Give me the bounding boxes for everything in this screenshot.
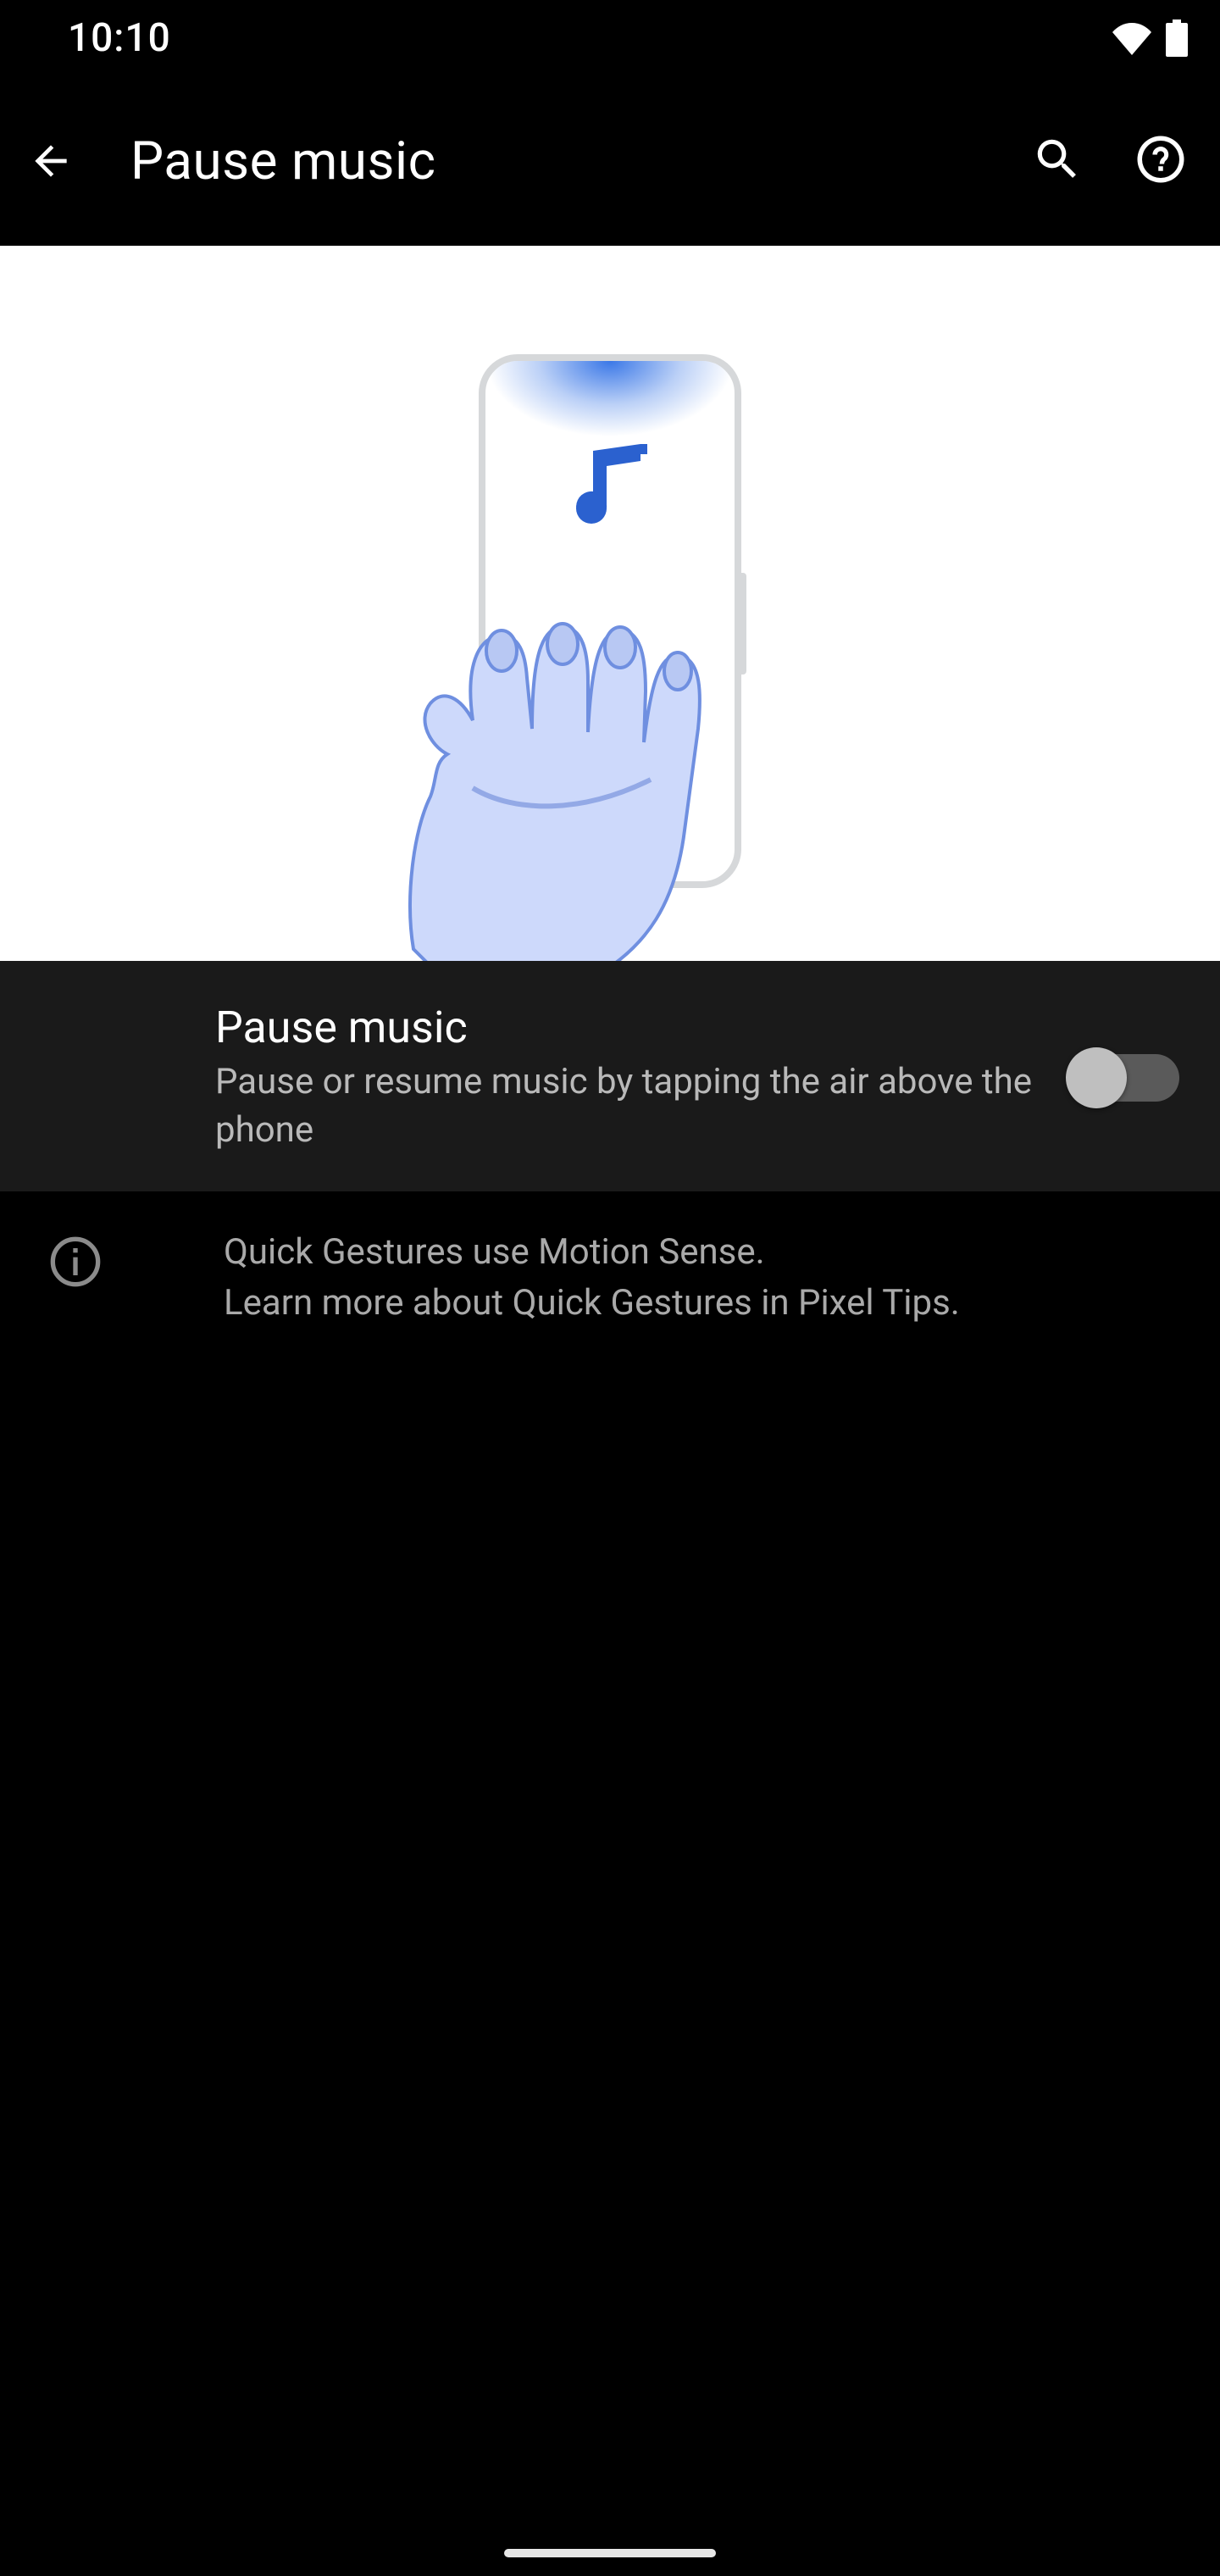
info-text: Quick Gestures use Motion Sense. Learn m…: [159, 1227, 960, 1328]
wifi-icon: [1112, 21, 1152, 55]
music-note-icon: [569, 441, 651, 529]
status-icons: [1112, 19, 1195, 57]
hand-illustration: [396, 559, 752, 961]
battery-icon: [1166, 19, 1188, 57]
search-button[interactable]: [1023, 127, 1091, 195]
back-button[interactable]: [17, 127, 85, 195]
search-icon: [1031, 133, 1084, 189]
status-time: 10:10: [25, 15, 171, 61]
page-title: Pause music: [85, 130, 1023, 192]
info-line-2[interactable]: Learn more about Quick Gestures in Pixel…: [224, 1282, 960, 1324]
setting-pause-music[interactable]: Pause music Pause or resume music by tap…: [0, 961, 1220, 1193]
info-line-1: Quick Gestures use Motion Sense.: [224, 1231, 765, 1273]
setting-subtitle: Pause or resume music by tapping the air…: [215, 1058, 1035, 1154]
app-bar: Pause music: [0, 76, 1220, 246]
info-section: Quick Gestures use Motion Sense. Learn m…: [0, 1193, 1220, 1362]
pause-music-toggle[interactable]: [1069, 1054, 1179, 1102]
help-button[interactable]: [1127, 127, 1195, 195]
help-icon: [1133, 131, 1189, 191]
info-icon: [46, 1232, 105, 1291]
status-bar: 10:10: [0, 0, 1220, 76]
hero-illustration: [0, 246, 1220, 961]
home-indicator[interactable]: [504, 2549, 716, 2557]
setting-title: Pause music: [215, 1002, 1035, 1053]
